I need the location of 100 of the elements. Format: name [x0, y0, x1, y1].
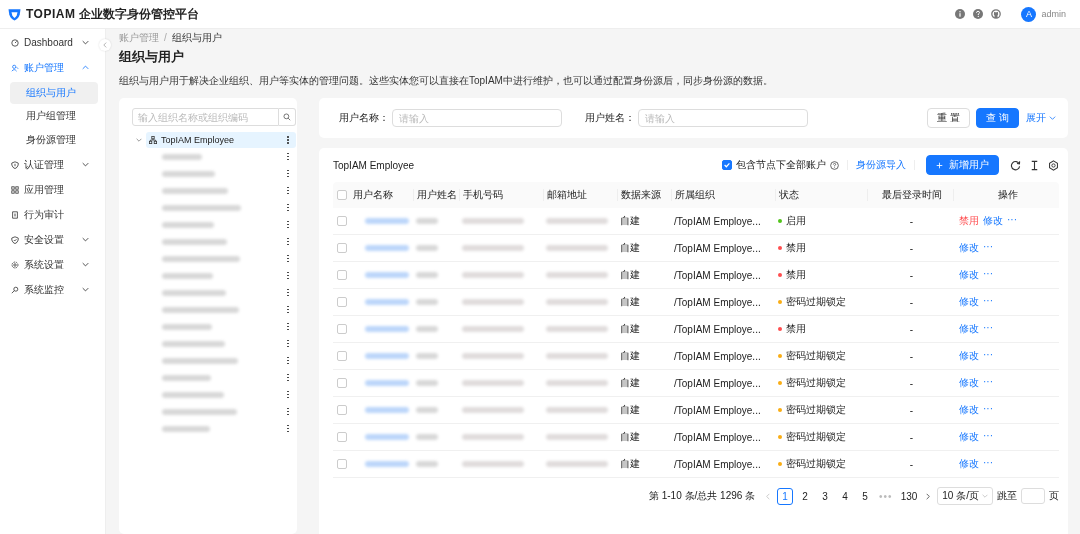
page-button[interactable]: 5: [857, 487, 874, 505]
page-input[interactable]: [1021, 488, 1045, 504]
help-icon[interactable]: [973, 9, 984, 19]
column-header: 所属组织: [671, 189, 775, 201]
blurred-text: [546, 272, 608, 278]
more-link[interactable]: ···: [1007, 214, 1017, 228]
org-chart-icon: [149, 136, 157, 144]
checkbox-label[interactable]: 包含节点下全部账户: [736, 158, 826, 172]
more-link[interactable]: ···: [983, 268, 993, 282]
menu-item-icon: [11, 63, 19, 72]
blurred-text: [416, 434, 438, 440]
breadcrumb-item[interactable]: 账户管理: [119, 30, 159, 45]
search-field[interactable]: 输入组织名称或组织编码: [132, 108, 279, 126]
action-link[interactable]: 修改: [959, 295, 979, 309]
breadcrumb-item[interactable]: 组织与用户: [171, 30, 222, 45]
settings-icon[interactable]: [1048, 159, 1059, 171]
sidebar-subitem[interactable]: 组织与用户: [10, 81, 98, 104]
page-button[interactable]: 130: [898, 487, 920, 505]
page-button[interactable]: 2: [797, 487, 814, 505]
table-cell: -: [909, 431, 914, 443]
checkbox[interactable]: [337, 405, 347, 415]
next-page-icon[interactable]: [926, 492, 931, 500]
input-field[interactable]: 请输入: [392, 109, 562, 127]
more-link[interactable]: ···: [983, 457, 993, 471]
tree-node[interactable]: TopIAM Employee: [146, 132, 296, 148]
row-height-icon[interactable]: [1029, 159, 1040, 171]
column-header: 邮箱地址: [543, 189, 617, 201]
status-text: 启用: [786, 214, 806, 228]
action-link[interactable]: 修改: [959, 403, 979, 417]
sidebar-item[interactable]: 行为审计: [0, 202, 97, 227]
checkbox[interactable]: [337, 378, 347, 388]
github-icon[interactable]: [991, 9, 1002, 19]
more-link[interactable]: ···: [983, 241, 993, 255]
input-field[interactable]: 请输入: [638, 109, 808, 127]
pagination-summary: 第 1-10 条/总共 1296 条: [648, 489, 756, 503]
more-link[interactable]: ···: [983, 322, 993, 336]
info-icon[interactable]: [955, 9, 966, 19]
page-button[interactable]: 1: [777, 487, 794, 505]
expand-link[interactable]: 展开: [1026, 111, 1056, 125]
more-link[interactable]: ···: [983, 376, 993, 390]
table-cell: -: [909, 323, 914, 335]
checkbox[interactable]: [337, 459, 347, 469]
checkbox[interactable]: [337, 324, 347, 334]
sidebar-item[interactable]: Dashboard: [0, 30, 97, 55]
status-text: 禁用: [786, 241, 806, 255]
checkbox[interactable]: [337, 243, 347, 253]
sidebar-item[interactable]: 认证管理: [0, 152, 97, 177]
blurred-text: [546, 461, 608, 467]
table-cell: 自建: [620, 296, 640, 307]
table-cell: /TopIAM Employe...: [674, 296, 761, 308]
action-link[interactable]: 修改: [959, 322, 979, 336]
sidebar-item[interactable]: 系统监控: [0, 277, 97, 302]
sidebar-item[interactable]: 系统设置: [0, 252, 97, 277]
refresh-icon[interactable]: [1010, 159, 1021, 171]
page-button[interactable]: 3: [817, 487, 834, 505]
table-cell: -: [909, 269, 914, 281]
table-cell: /TopIAM Employe...: [674, 350, 761, 362]
action-link[interactable]: 修改: [959, 457, 979, 471]
action-link[interactable]: 修改: [959, 268, 979, 282]
reset-button[interactable]: 重 置: [927, 108, 971, 128]
checkbox[interactable]: [337, 270, 347, 280]
help-icon[interactable]: [830, 160, 839, 170]
user-avatar[interactable]: A: [1021, 6, 1037, 22]
page-description: 组织与用户用于解决企业组织、用户等实体的管理问题。这些实体您可以直接在TopIAM中进行维护，也可以通过配置身份源后，同步身份源的数据。: [119, 74, 774, 88]
action-link[interactable]: 修改: [983, 214, 1003, 228]
collapse-button[interactable]: [99, 39, 111, 51]
checkbox[interactable]: [337, 351, 347, 361]
chevron-icon[interactable]: [136, 138, 142, 142]
import-link[interactable]: 身份源导入: [856, 158, 906, 172]
user-name[interactable]: admin: [1041, 9, 1066, 19]
more-link[interactable]: ···: [983, 430, 993, 444]
table-cell: 自建: [620, 458, 640, 469]
checkbox[interactable]: [337, 432, 347, 442]
action-link[interactable]: 修改: [959, 349, 979, 363]
sidebar-item[interactable]: 安全设置: [0, 227, 97, 252]
checkbox[interactable]: [337, 216, 347, 226]
action-link[interactable]: 修改: [959, 241, 979, 255]
blurred-text: [546, 218, 608, 224]
sidebar-subitem[interactable]: 用户组管理: [10, 105, 98, 127]
more-link[interactable]: ···: [983, 295, 993, 309]
more-link[interactable]: ···: [983, 403, 993, 417]
blurred-text: [416, 299, 438, 305]
checkbox[interactable]: [722, 160, 732, 170]
more-link[interactable]: ···: [983, 349, 993, 363]
previous-page-icon[interactable]: [766, 492, 771, 500]
page-button[interactable]: 4: [837, 487, 854, 505]
page-size-select[interactable]: 10 条/页: [937, 487, 993, 505]
blurred-text: [546, 326, 608, 332]
action-link[interactable]: 修改: [959, 430, 979, 444]
query-button[interactable]: 查 询: [976, 108, 1019, 128]
sidebar-item[interactable]: 应用管理: [0, 177, 97, 202]
sidebar-subitem[interactable]: 身份源管理: [10, 128, 98, 151]
add-user-button[interactable]: 新增用户: [926, 155, 999, 175]
search-button[interactable]: [279, 108, 296, 126]
field-label: 用户名称：: [339, 111, 389, 125]
action-link[interactable]: 修改: [959, 376, 979, 390]
checkbox[interactable]: [337, 297, 347, 307]
sidebar-item[interactable]: 账户管理: [0, 55, 97, 80]
checkbox[interactable]: [337, 190, 347, 200]
action-link[interactable]: 禁用: [959, 214, 979, 228]
